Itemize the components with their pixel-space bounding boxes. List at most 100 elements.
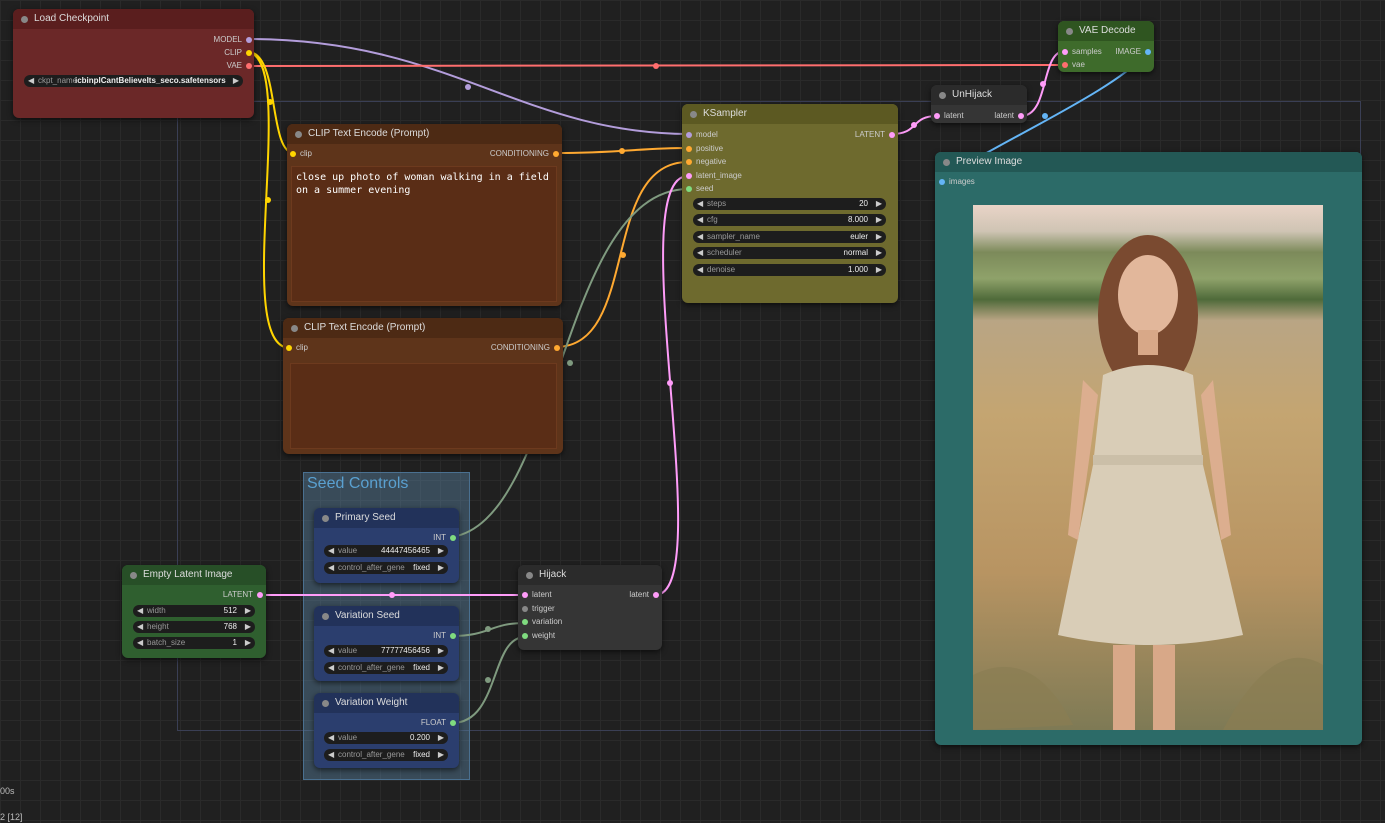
collapse-dot[interactable] xyxy=(322,613,329,620)
node-header[interactable]: Variation Weight xyxy=(314,693,459,713)
ckpt-name-widget[interactable]: ◀ ckpt_name icbinpICantBelieveIts_seco.s… xyxy=(24,75,243,87)
output-latent[interactable]: LATENT xyxy=(223,589,263,601)
arrow-left-icon[interactable]: ◀ xyxy=(328,645,334,657)
arrow-right-icon[interactable]: ▶ xyxy=(438,749,444,761)
node-unhijack[interactable]: UnHijack latent latent xyxy=(931,85,1027,123)
arrow-right-icon[interactable]: ▶ xyxy=(438,645,444,657)
node-header[interactable]: Empty Latent Image xyxy=(122,565,266,585)
node-ksampler[interactable]: KSampler model positive negative latent_… xyxy=(682,104,898,303)
arrow-right-icon[interactable]: ▶ xyxy=(438,732,444,744)
input-latent[interactable]: latent xyxy=(934,110,964,122)
collapse-dot[interactable] xyxy=(690,111,697,118)
slot-dot[interactable] xyxy=(1062,49,1068,55)
slot-dot[interactable] xyxy=(522,633,528,639)
width-widget[interactable]: ◀ width 512 ▶ xyxy=(133,605,255,617)
output-float[interactable]: FLOAT xyxy=(421,717,456,729)
arrow-left-icon[interactable]: ◀ xyxy=(28,75,34,87)
prompt-textarea[interactable]: close up photo of woman walking in a fie… xyxy=(291,166,557,302)
slot-dot[interactable] xyxy=(257,592,263,598)
node-header[interactable]: UnHijack xyxy=(931,85,1027,105)
slot-dot[interactable] xyxy=(889,132,895,138)
slot-dot[interactable] xyxy=(553,151,559,157)
slot-dot[interactable] xyxy=(1062,62,1068,68)
arrow-left-icon[interactable]: ◀ xyxy=(697,247,703,259)
node-load-checkpoint[interactable]: Load Checkpoint MODEL CLIP VAE ◀ ckpt_na… xyxy=(13,9,254,118)
input-vae[interactable]: vae xyxy=(1062,59,1085,71)
arrow-right-icon[interactable]: ▶ xyxy=(245,637,251,649)
arrow-right-icon[interactable]: ▶ xyxy=(438,662,444,674)
arrow-right-icon[interactable]: ▶ xyxy=(245,621,251,633)
arrow-left-icon[interactable]: ◀ xyxy=(328,732,334,744)
input-positive[interactable]: positive xyxy=(686,143,723,155)
collapse-dot[interactable] xyxy=(1066,28,1073,35)
node-header[interactable]: KSampler xyxy=(682,104,898,124)
arrow-left-icon[interactable]: ◀ xyxy=(328,545,334,557)
node-header[interactable]: CLIP Text Encode (Prompt) xyxy=(283,318,563,338)
cfg-widget[interactable]: ◀ cfg 8.000 ▶ xyxy=(693,214,886,226)
slot-dot[interactable] xyxy=(450,535,456,541)
arrow-right-icon[interactable]: ▶ xyxy=(876,198,882,210)
control-after-generate-widget[interactable]: ◀ control_after_gene fixed ▶ xyxy=(324,562,448,574)
output-int[interactable]: INT xyxy=(433,630,456,642)
output-clip[interactable]: CLIP xyxy=(224,47,252,59)
node-header[interactable]: Hijack xyxy=(518,565,662,585)
node-primary-seed[interactable]: Primary Seed INT ◀ value 44447456465 ▶ ◀ con… xyxy=(314,508,459,583)
output-latent[interactable]: latent xyxy=(629,589,659,601)
input-samples[interactable]: samples xyxy=(1062,46,1102,58)
arrow-left-icon[interactable]: ◀ xyxy=(137,621,143,633)
slot-dot[interactable] xyxy=(450,633,456,639)
slot-dot[interactable] xyxy=(653,592,659,598)
slot-dot[interactable] xyxy=(286,345,292,351)
output-conditioning[interactable]: CONDITIONING xyxy=(491,342,560,354)
collapse-dot[interactable] xyxy=(21,16,28,23)
height-widget[interactable]: ◀ height 768 ▶ xyxy=(133,621,255,633)
output-latent[interactable]: LATENT xyxy=(855,129,895,141)
input-clip[interactable]: clip xyxy=(290,148,312,160)
steps-widget[interactable]: ◀ steps 20 ▶ xyxy=(693,198,886,210)
input-clip[interactable]: clip xyxy=(286,342,308,354)
input-model[interactable]: model xyxy=(686,129,718,141)
collapse-dot[interactable] xyxy=(322,700,329,707)
value-widget[interactable]: ◀ value 0.200 ▶ xyxy=(324,732,448,744)
collapse-dot[interactable] xyxy=(130,572,137,579)
node-preview-image[interactable]: Preview Image images xyxy=(935,152,1362,745)
collapse-dot[interactable] xyxy=(322,515,329,522)
value-widget[interactable]: ◀ value 77777456456 ▶ xyxy=(324,645,448,657)
arrow-left-icon[interactable]: ◀ xyxy=(328,562,334,574)
slot-dot[interactable] xyxy=(686,173,692,179)
arrow-right-icon[interactable]: ▶ xyxy=(233,75,239,87)
input-trigger[interactable]: trigger xyxy=(522,603,555,615)
arrow-left-icon[interactable]: ◀ xyxy=(137,605,143,617)
node-clip-text-encode-negative[interactable]: CLIP Text Encode (Prompt) clip CONDITION… xyxy=(283,318,563,454)
control-after-generate-widget[interactable]: ◀ control_after_gene fixed ▶ xyxy=(324,662,448,674)
input-seed[interactable]: seed xyxy=(686,183,713,195)
preview-image-output[interactable] xyxy=(973,205,1323,730)
arrow-left-icon[interactable]: ◀ xyxy=(697,214,703,226)
arrow-right-icon[interactable]: ▶ xyxy=(438,545,444,557)
collapse-dot[interactable] xyxy=(295,131,302,138)
denoise-widget[interactable]: ◀ denoise 1.000 ▶ xyxy=(693,264,886,276)
slot-dot[interactable] xyxy=(939,179,945,185)
slot-dot[interactable] xyxy=(450,720,456,726)
node-empty-latent-image[interactable]: Empty Latent Image LATENT ◀ width 512 ▶ ◀ he… xyxy=(122,565,266,658)
input-images[interactable]: images xyxy=(939,176,975,188)
slot-dot[interactable] xyxy=(246,63,252,69)
slot-dot[interactable] xyxy=(554,345,560,351)
node-variation-weight[interactable]: Variation Weight FLOAT ◀ value 0.200 ▶ ◀ con… xyxy=(314,693,459,768)
arrow-right-icon[interactable]: ▶ xyxy=(438,562,444,574)
batch-size-widget[interactable]: ◀ batch_size 1 ▶ xyxy=(133,637,255,649)
arrow-right-icon[interactable]: ▶ xyxy=(876,214,882,226)
node-variation-seed[interactable]: Variation Seed INT ◀ value 77777456456 ▶ ◀ c… xyxy=(314,606,459,681)
slot-dot[interactable] xyxy=(686,159,692,165)
collapse-dot[interactable] xyxy=(291,325,298,332)
slot-dot[interactable] xyxy=(246,50,252,56)
node-header[interactable]: CLIP Text Encode (Prompt) xyxy=(287,124,562,144)
slot-dot[interactable] xyxy=(686,186,692,192)
output-vae[interactable]: VAE xyxy=(227,60,252,72)
arrow-right-icon[interactable]: ▶ xyxy=(876,231,882,243)
value-widget[interactable]: ◀ value 44447456465 ▶ xyxy=(324,545,448,557)
node-header[interactable]: Primary Seed xyxy=(314,508,459,528)
slot-dot[interactable] xyxy=(522,606,528,612)
arrow-right-icon[interactable]: ▶ xyxy=(876,264,882,276)
arrow-left-icon[interactable]: ◀ xyxy=(697,198,703,210)
